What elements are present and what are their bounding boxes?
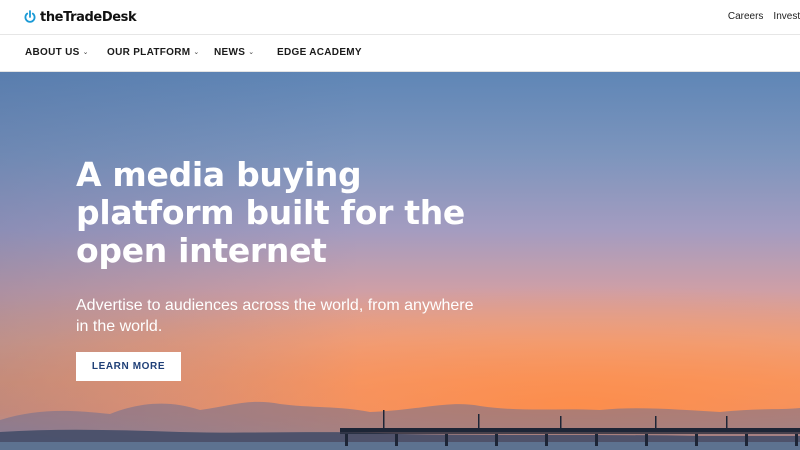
nav-label: NEWS bbox=[214, 47, 246, 58]
nav-item-about-us[interactable]: ABOUT US ⌄ bbox=[25, 47, 89, 58]
nav-label: EDGE ACADEMY bbox=[277, 47, 362, 58]
top-utility-bar: theTradeDesk Careers Investors bbox=[0, 0, 800, 35]
pier-skyline-image bbox=[0, 401, 800, 450]
nav-item-our-platform[interactable]: OUR PLATFORM ⌄ bbox=[107, 47, 200, 58]
power-logo-icon bbox=[24, 10, 36, 23]
chevron-down-icon: ⌄ bbox=[248, 49, 255, 56]
brand-logo[interactable]: theTradeDesk bbox=[24, 9, 137, 25]
utility-links: Careers Investors bbox=[728, 11, 800, 22]
nav-label: ABOUT US bbox=[25, 47, 80, 58]
brand-name: theTradeDesk bbox=[40, 9, 137, 25]
chevron-down-icon: ⌄ bbox=[193, 49, 200, 56]
nav-item-edge-academy[interactable]: EDGE ACADEMY bbox=[277, 47, 362, 58]
nav-label: OUR PLATFORM bbox=[107, 47, 191, 58]
learn-more-button[interactable]: LEARN MORE bbox=[76, 352, 181, 381]
careers-link[interactable]: Careers bbox=[728, 11, 764, 22]
hero-banner: A media buying platform built for the op… bbox=[0, 72, 800, 450]
chevron-down-icon: ⌄ bbox=[82, 49, 89, 56]
hero-subtitle: Advertise to audiences across the world,… bbox=[76, 297, 474, 335]
hero-title: A media buying platform built for the op… bbox=[76, 155, 465, 270]
nav-item-news[interactable]: NEWS ⌄ bbox=[214, 47, 254, 58]
main-nav: ABOUT US ⌄ OUR PLATFORM ⌄ NEWS ⌄ EDGE ACADE… bbox=[0, 35, 800, 72]
investors-link[interactable]: Investors bbox=[773, 11, 800, 22]
